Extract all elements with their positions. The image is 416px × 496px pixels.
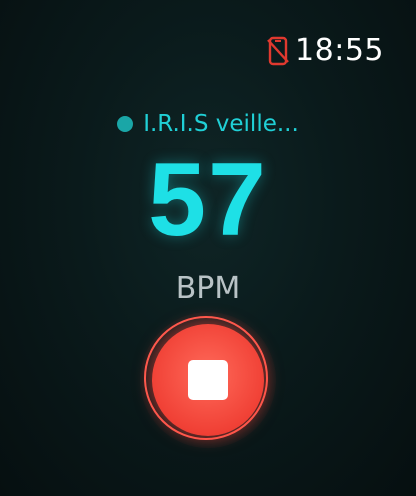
heart-rate-value: 57	[148, 142, 268, 258]
assistant-status-dot	[117, 116, 134, 132]
watch-screen: 18:55 I.R.I.S veille... 57 BPM	[0, 0, 416, 496]
phone-disconnected-icon	[267, 36, 289, 66]
clock-time: 18:55	[295, 33, 384, 68]
assistant-status-row: I.R.I.S veille...	[0, 110, 416, 138]
stop-control	[140, 312, 276, 448]
assistant-status-text: I.R.I.S veille...	[143, 111, 299, 137]
stop-button[interactable]	[152, 324, 264, 436]
heart-rate-unit: BPM	[175, 271, 241, 306]
stop-icon	[188, 360, 228, 400]
status-bar: 18:55	[267, 34, 384, 68]
